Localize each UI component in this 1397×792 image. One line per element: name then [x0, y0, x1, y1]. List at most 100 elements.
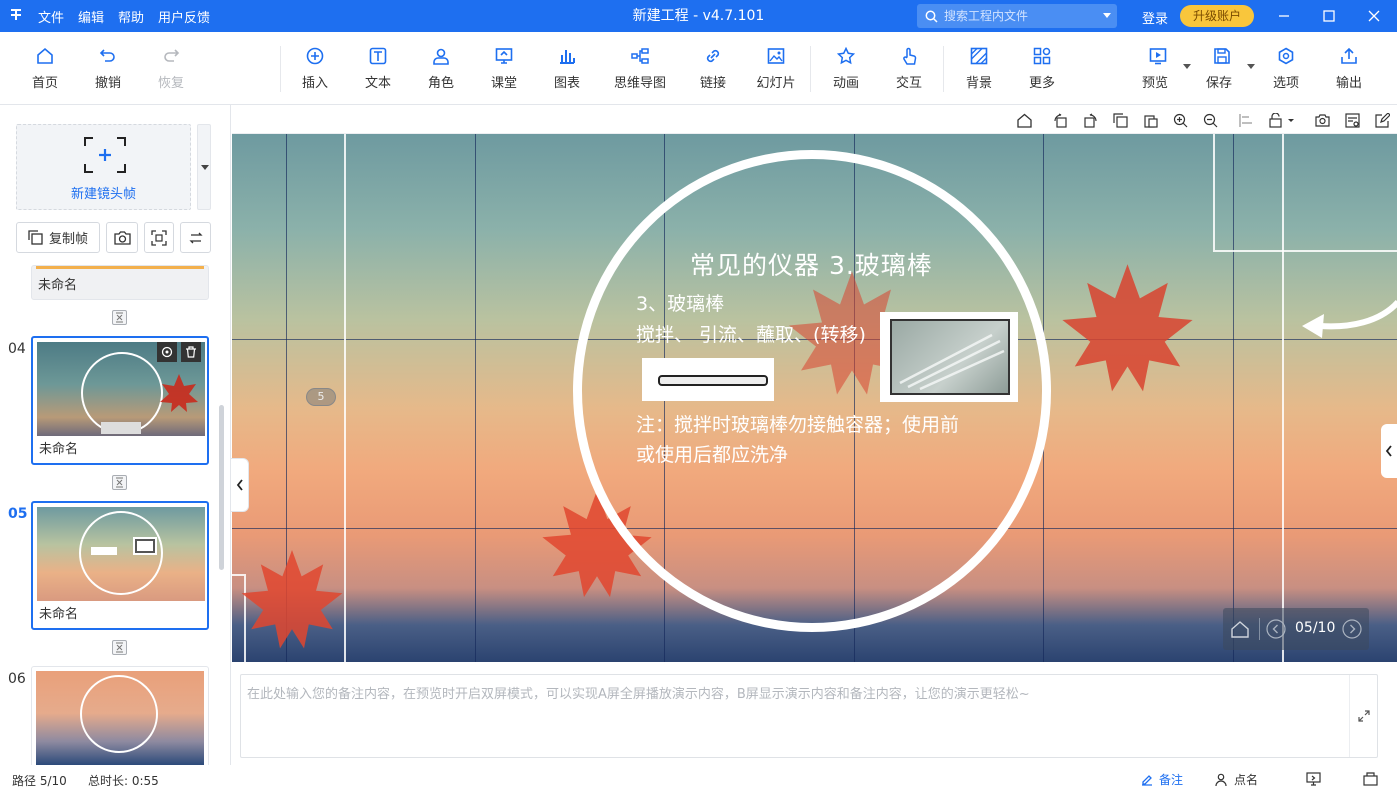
mindmap-label: 思维导图 [613, 76, 666, 91]
animation-button[interactable]: 动画 [816, 46, 876, 91]
home-button[interactable]: 首页 [15, 46, 75, 91]
menu-file[interactable]: 文件 [38, 7, 64, 26]
preview-button[interactable]: 预览 [1123, 46, 1193, 91]
tap-icon [899, 46, 919, 66]
text-button[interactable]: 文本 [348, 46, 408, 91]
options-button[interactable]: 选项 [1256, 46, 1316, 91]
paste-icon[interactable] [1141, 111, 1159, 129]
frame-sidebar: 新建镜头帧 复制帧 未命名 04 未命名 05 未命名 06 [0, 105, 231, 765]
chart-button[interactable]: 图表 [537, 46, 597, 91]
swap-frame-button[interactable] [180, 222, 211, 253]
frame-settings-icon[interactable] [157, 342, 177, 362]
frame-fit-button[interactable] [144, 222, 174, 253]
redo-button[interactable]: 恢复 [141, 46, 201, 91]
dual-screen-icon[interactable] [1306, 772, 1321, 789]
maximize-icon[interactable] [1306, 0, 1352, 32]
slide-list: 未命名 04 未命名 05 未命名 06 [0, 265, 230, 765]
slide-note-line1[interactable]: 注：搅拌时玻璃棒勿接触容器；使用前 [636, 410, 959, 440]
image-settings-icon[interactable] [1343, 111, 1361, 129]
new-frame-dropdown[interactable] [197, 124, 211, 210]
export-button[interactable]: 输出 [1319, 46, 1379, 91]
notes-toggle-label: 备注 [1159, 773, 1184, 787]
classroom-label: 课堂 [490, 76, 517, 91]
chevron-left-icon [236, 479, 243, 491]
camera-button[interactable] [106, 222, 138, 253]
collapse-sidebar-button[interactable] [231, 458, 249, 512]
search-dropdown-icon[interactable] [1103, 13, 1111, 18]
expand-notes-button[interactable] [1349, 675, 1377, 757]
plus-circle-icon [305, 46, 325, 66]
upgrade-button[interactable]: 升级账户 [1180, 5, 1254, 27]
slide-thumbnail [36, 671, 204, 765]
gear-icon [1276, 46, 1296, 66]
menu-help[interactable]: 帮助 [118, 7, 144, 26]
copy-frame-button[interactable]: 复制帧 [16, 222, 100, 253]
screenshot-icon[interactable] [1313, 111, 1331, 129]
close-icon[interactable] [1351, 0, 1397, 32]
menu-edit[interactable]: 编辑 [78, 7, 104, 26]
new-frame-button[interactable]: 新建镜头帧 [16, 124, 191, 210]
project-search[interactable] [917, 4, 1117, 28]
text-label: 文本 [364, 76, 391, 91]
slide-card-06[interactable] [31, 666, 209, 765]
slide-card-03[interactable]: 未命名 [31, 265, 209, 300]
glass-rod-image[interactable] [642, 358, 774, 401]
expand-icon [1357, 710, 1370, 722]
person-icon [431, 46, 451, 66]
menu-bar: 文件 编辑 帮助 用户反馈 [38, 0, 210, 32]
slide-thumbnail [37, 507, 205, 601]
copy-frame-label: 复制帧 [48, 232, 88, 247]
sidebar-scrollbar[interactable] [219, 405, 224, 570]
next-page-icon[interactable] [1342, 619, 1362, 639]
slide-card-05[interactable]: 未命名 [31, 501, 209, 630]
animation-label: 动画 [832, 76, 859, 91]
transition-icon[interactable] [112, 640, 127, 655]
rotate-left-icon[interactable] [1051, 111, 1069, 129]
interact-button[interactable]: 交互 [879, 46, 939, 91]
copy-element-icon[interactable] [1111, 111, 1129, 129]
rotate-right-icon[interactable] [1081, 111, 1099, 129]
slide-canvas[interactable]: 常见的仪器 3.玻璃棒 3、玻璃棒 搅拌、 引流、蘸取、(转移) 注：搅拌时玻璃… [232, 134, 1397, 662]
background-button[interactable]: 背景 [949, 46, 1009, 91]
delete-icon[interactable] [181, 342, 201, 362]
swap-icon [188, 232, 203, 243]
zoom-in-icon[interactable] [1171, 111, 1189, 129]
role-button[interactable]: 角色 [411, 46, 471, 91]
slideshow-button[interactable]: 幻灯片 [746, 46, 806, 91]
link-button[interactable]: 链接 [683, 46, 743, 91]
path-number-badge[interactable]: 5 [306, 388, 336, 406]
save-button[interactable]: 保存 [1187, 46, 1257, 91]
collapse-right-panel-button[interactable] [1381, 424, 1397, 478]
slide-card-04[interactable]: 未命名 [31, 336, 209, 465]
prev-page-icon[interactable] [1266, 619, 1286, 639]
notes-input[interactable] [241, 675, 1349, 757]
edit-icon[interactable] [1373, 111, 1391, 129]
redo-label: 恢复 [157, 76, 184, 91]
menu-feedback[interactable]: 用户反馈 [158, 7, 210, 26]
notes-icon [1142, 774, 1152, 786]
login-link[interactable]: 登录 [1142, 8, 1168, 27]
notes-toggle[interactable]: 备注 [1140, 771, 1183, 788]
zoom-out-icon[interactable] [1201, 111, 1219, 129]
save-dropdown-icon[interactable] [1247, 64, 1255, 69]
canvas-home-icon[interactable] [1015, 111, 1033, 129]
minimize-icon[interactable] [1261, 0, 1307, 32]
transition-icon[interactable] [112, 475, 127, 490]
search-input[interactable] [944, 9, 1094, 23]
insert-button[interactable]: 插入 [285, 46, 345, 91]
slide-body-text[interactable]: 搅拌、 引流、蘸取、(转移) [636, 320, 866, 350]
align-icon[interactable] [1237, 111, 1255, 129]
window-mode-icon[interactable] [1363, 772, 1378, 789]
home-icon[interactable] [1231, 620, 1249, 638]
glass-rods-photo[interactable] [880, 312, 1018, 402]
lock-icon[interactable] [1267, 111, 1297, 129]
more-button[interactable]: 更多 [1012, 46, 1072, 91]
slide-title[interactable]: 常见的仪器 3.玻璃棒 [690, 246, 933, 282]
rollcall-button[interactable]: 点名 [1215, 771, 1258, 788]
undo-button[interactable]: 撤销 [78, 46, 138, 91]
classroom-button[interactable]: 课堂 [474, 46, 534, 91]
mindmap-button[interactable]: 思维导图 [605, 46, 675, 91]
slide-subtitle[interactable]: 3、玻璃棒 [636, 289, 724, 319]
slide-note-line2[interactable]: 或使用后都应洗净 [636, 440, 788, 470]
transition-icon[interactable] [112, 310, 127, 325]
